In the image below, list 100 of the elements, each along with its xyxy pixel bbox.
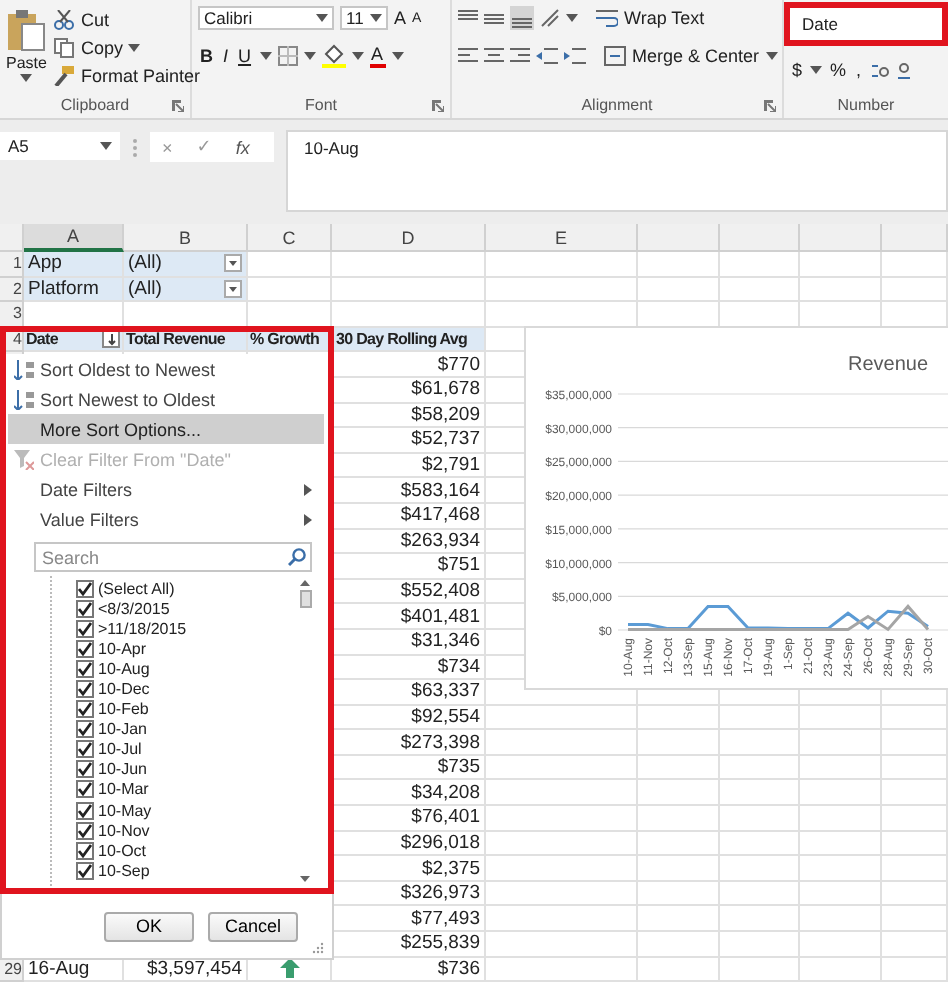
- paste-button[interactable]: Paste: [6, 4, 47, 92]
- caret-icon[interactable]: [391, 52, 404, 60]
- wrap-text-icon[interactable]: [596, 8, 618, 28]
- column-header[interactable]: A: [24, 224, 124, 252]
- merge-center-button[interactable]: Merge & Center: [604, 44, 778, 68]
- submenu-arrow-icon[interactable]: [304, 513, 312, 525]
- dialog-launcher-icon[interactable]: [172, 100, 184, 112]
- search-icon[interactable]: [288, 548, 306, 566]
- copy-button[interactable]: Copy: [54, 36, 200, 60]
- caret-icon[interactable]: [128, 44, 141, 52]
- checkbox-label[interactable]: 10-May: [98, 801, 152, 820]
- dialog-launcher-icon[interactable]: [432, 100, 444, 112]
- checkbox-label[interactable]: 10-Feb: [98, 700, 149, 719]
- align-right-icon[interactable]: [510, 46, 530, 66]
- checkbox-label[interactable]: 10-Dec: [98, 680, 150, 699]
- menu-item[interactable]: Date Filters: [8, 474, 324, 504]
- checkbox-label[interactable]: 10-Jan: [98, 720, 147, 739]
- scrollbar-thumb[interactable]: [299, 590, 311, 608]
- caret-icon[interactable]: [765, 52, 778, 60]
- dropdown-button-icon[interactable]: [224, 254, 242, 273]
- italic-button[interactable]: I: [221, 46, 231, 66]
- column-header[interactable]: C: [248, 224, 332, 252]
- number-format-dropdown[interactable]: Date: [784, 2, 948, 46]
- borders-icon[interactable]: [277, 46, 298, 66]
- wrap-text-button[interactable]: Wrap Text: [596, 6, 705, 30]
- copy-icon[interactable]: [54, 38, 75, 58]
- align-middle-icon[interactable]: [484, 8, 504, 28]
- caret-icon[interactable]: [370, 14, 382, 22]
- resize-grip-icon[interactable]: [312, 942, 324, 954]
- menu-item[interactable]: Value Filters: [8, 504, 324, 534]
- caret-icon[interactable]: [810, 66, 823, 74]
- menu-item[interactable]: Sort Oldest to Newest: [8, 354, 324, 384]
- table-cell: [800, 780, 882, 807]
- column-header[interactable]: D: [332, 224, 486, 252]
- currency-button[interactable]: $: [790, 60, 805, 80]
- scissors-icon[interactable]: [54, 10, 75, 30]
- fill-color-icon[interactable]: [321, 44, 346, 68]
- sort-descending-icon[interactable]: [14, 389, 34, 409]
- cut-button[interactable]: Cut: [54, 8, 200, 32]
- caret-icon[interactable]: [566, 14, 578, 22]
- checkbox-label[interactable]: 10-Jul: [98, 740, 142, 759]
- checkbox-label[interactable]: 10-Jun: [98, 760, 147, 779]
- underline-button[interactable]: U: [236, 46, 254, 66]
- increase-indent-icon[interactable]: [564, 46, 586, 66]
- percent-button[interactable]: %: [828, 60, 849, 80]
- insert-function-button[interactable]: fx: [235, 137, 250, 157]
- row-header: 2: [0, 277, 24, 303]
- menu-item[interactable]: More Sort Options...: [8, 414, 324, 444]
- increase-decimal-icon[interactable]: [869, 60, 890, 80]
- table-cell: [638, 856, 720, 882]
- table-cell: [720, 831, 800, 857]
- comma-button[interactable]: ,: [854, 60, 864, 80]
- column-header[interactable]: E: [486, 224, 638, 252]
- formula-input[interactable]: 10-Aug: [286, 130, 948, 212]
- checkbox-label[interactable]: 10-Sep: [98, 861, 150, 880]
- checkbox-label[interactable]: 10-Aug: [98, 659, 150, 678]
- caret-icon[interactable]: [259, 52, 272, 60]
- merge-cells-icon[interactable]: [604, 46, 626, 66]
- checkbox-label[interactable]: 10-Nov: [98, 821, 150, 840]
- font-color-button[interactable]: A: [369, 45, 386, 67]
- decrease-decimal-icon[interactable]: [895, 60, 912, 80]
- search-field[interactable]: Search: [34, 542, 312, 572]
- submenu-arrow-icon[interactable]: [304, 483, 312, 495]
- scroll-up-icon[interactable]: [300, 580, 310, 586]
- grow-font-button[interactable]: A: [394, 8, 407, 28]
- filter-button-icon[interactable]: [102, 330, 120, 349]
- caret-icon[interactable]: [303, 52, 316, 60]
- align-left-icon[interactable]: [458, 46, 478, 66]
- menu-item[interactable]: Sort Newest to Oldest: [8, 384, 324, 414]
- caret-icon[interactable]: [316, 14, 328, 22]
- bold-button[interactable]: B: [198, 46, 215, 66]
- decrease-indent-icon[interactable]: [536, 46, 558, 66]
- checkbox-label[interactable]: 10-Oct: [98, 841, 147, 860]
- dropdown-button-icon[interactable]: [224, 279, 242, 298]
- caret-icon[interactable]: [20, 74, 33, 82]
- dialog-button[interactable]: Cancel: [208, 911, 298, 941]
- paintbrush-icon[interactable]: [54, 66, 75, 86]
- dialog-button[interactable]: OK: [104, 911, 194, 941]
- table-cell: [882, 252, 948, 278]
- caret-icon[interactable]: [100, 142, 112, 150]
- checkbox-label[interactable]: 10-Mar: [98, 780, 149, 799]
- caret-icon[interactable]: [351, 52, 364, 60]
- scroll-down-icon[interactable]: [300, 876, 310, 882]
- checkbox-label[interactable]: <8/3/2015: [98, 599, 170, 618]
- font-size-dropdown[interactable]: 11: [340, 6, 388, 30]
- format-painter-button[interactable]: Format Painter: [54, 64, 200, 88]
- checkbox-label[interactable]: >11/18/2015: [98, 619, 187, 638]
- font-name-dropdown[interactable]: Calibri: [198, 6, 334, 30]
- name-box[interactable]: A5: [0, 132, 120, 160]
- dialog-launcher-icon[interactable]: [764, 100, 776, 112]
- sort-ascending-icon[interactable]: [14, 359, 34, 379]
- align-bottom-icon[interactable]: [510, 6, 534, 30]
- text-orientation-icon[interactable]: [540, 8, 560, 28]
- clipboard-icon[interactable]: [6, 8, 47, 52]
- drag-handle-icon[interactable]: [132, 138, 138, 158]
- column-header[interactable]: B: [124, 224, 248, 252]
- checkbox-label[interactable]: (Select All): [98, 579, 175, 598]
- checkbox-label[interactable]: 10-Apr: [98, 639, 147, 658]
- align-center-icon[interactable]: [484, 46, 504, 66]
- scrollbar[interactable]: [298, 576, 312, 886]
